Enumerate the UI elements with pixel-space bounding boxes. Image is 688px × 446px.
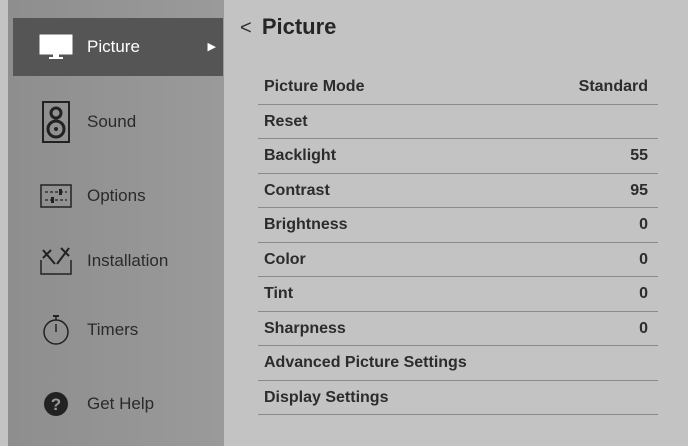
sidebar-item-label: Timers	[87, 320, 139, 339]
menu-row-contrast[interactable]: Contrast 95	[258, 174, 658, 208]
row-value: 0	[639, 319, 648, 337]
row-label: Brightness	[264, 216, 348, 233]
back-icon[interactable]: <	[240, 17, 252, 39]
row-label: Advanced Picture Settings	[264, 354, 467, 371]
row-label: Backlight	[264, 147, 337, 164]
main-panel: < Picture Picture Mode Standard Reset Ba…	[224, 0, 688, 446]
sidebar-item-label: Options	[87, 186, 146, 205]
row-value: 95	[630, 181, 648, 199]
page-title-text: Picture	[261, 14, 337, 39]
menu-row-brightness[interactable]: Brightness 0	[258, 208, 658, 243]
speaker-icon	[36, 101, 76, 143]
tools-icon	[36, 241, 76, 281]
sidebar-item-installation[interactable]: Installation	[8, 231, 224, 291]
sidebar-item-label: Sound	[87, 112, 137, 131]
menu-row-tint[interactable]: Tint 0	[258, 277, 658, 312]
menu-row-reset[interactable]: Reset	[258, 105, 658, 139]
svg-text:?: ?	[51, 395, 61, 414]
sidebar-item-label: Get Help	[87, 394, 155, 413]
sidebar-item-picture[interactable]: Picture ▶	[13, 18, 223, 76]
page-title: < Picture	[240, 14, 336, 40]
help-icon: ?	[36, 384, 76, 424]
row-value: 55	[630, 147, 648, 164]
menu-row-backlight[interactable]: Backlight 55	[258, 139, 658, 174]
tv-settings-screen: Picture ▶ Sound Options Installation Tim…	[0, 0, 688, 446]
row-label: Tint	[264, 285, 294, 302]
row-value: 0	[639, 285, 648, 302]
sidebar-item-options[interactable]: Options	[8, 166, 224, 226]
row-value: 0	[639, 216, 648, 233]
picture-menu-list: Picture Mode Standard Reset Backlight 55…	[258, 70, 658, 415]
tv-icon	[36, 27, 76, 67]
row-label: Sharpness	[264, 319, 346, 337]
row-value: 0	[639, 250, 648, 268]
sidebar-item-label: Installation	[87, 251, 169, 270]
menu-row-display-settings[interactable]: Display Settings	[258, 381, 658, 415]
sidebar-item-sound[interactable]: Sound	[8, 92, 224, 152]
menu-row-color[interactable]: Color 0	[258, 243, 658, 277]
sidebar-item-timers[interactable]: Timers	[8, 300, 224, 360]
menu-row-sharpness[interactable]: Sharpness 0	[258, 312, 658, 346]
row-value: Standard	[578, 78, 648, 95]
timer-icon	[36, 310, 76, 350]
row-label: Reset	[264, 112, 308, 130]
sidebar: Picture ▶ Sound Options Installation Tim…	[8, 0, 224, 446]
sidebar-item-label: Picture	[87, 37, 140, 56]
row-label: Color	[264, 250, 306, 268]
row-label: Display Settings	[264, 388, 389, 406]
options-icon	[36, 176, 76, 216]
menu-row-picture-mode[interactable]: Picture Mode Standard	[258, 70, 658, 105]
menu-row-advanced-picture-settings[interactable]: Advanced Picture Settings	[258, 346, 658, 381]
row-label: Picture Mode	[264, 78, 365, 95]
row-label: Contrast	[264, 181, 330, 199]
submenu-arrow-icon: ▶	[207, 41, 216, 53]
sidebar-item-get-help[interactable]: ? Get Help	[8, 374, 224, 434]
